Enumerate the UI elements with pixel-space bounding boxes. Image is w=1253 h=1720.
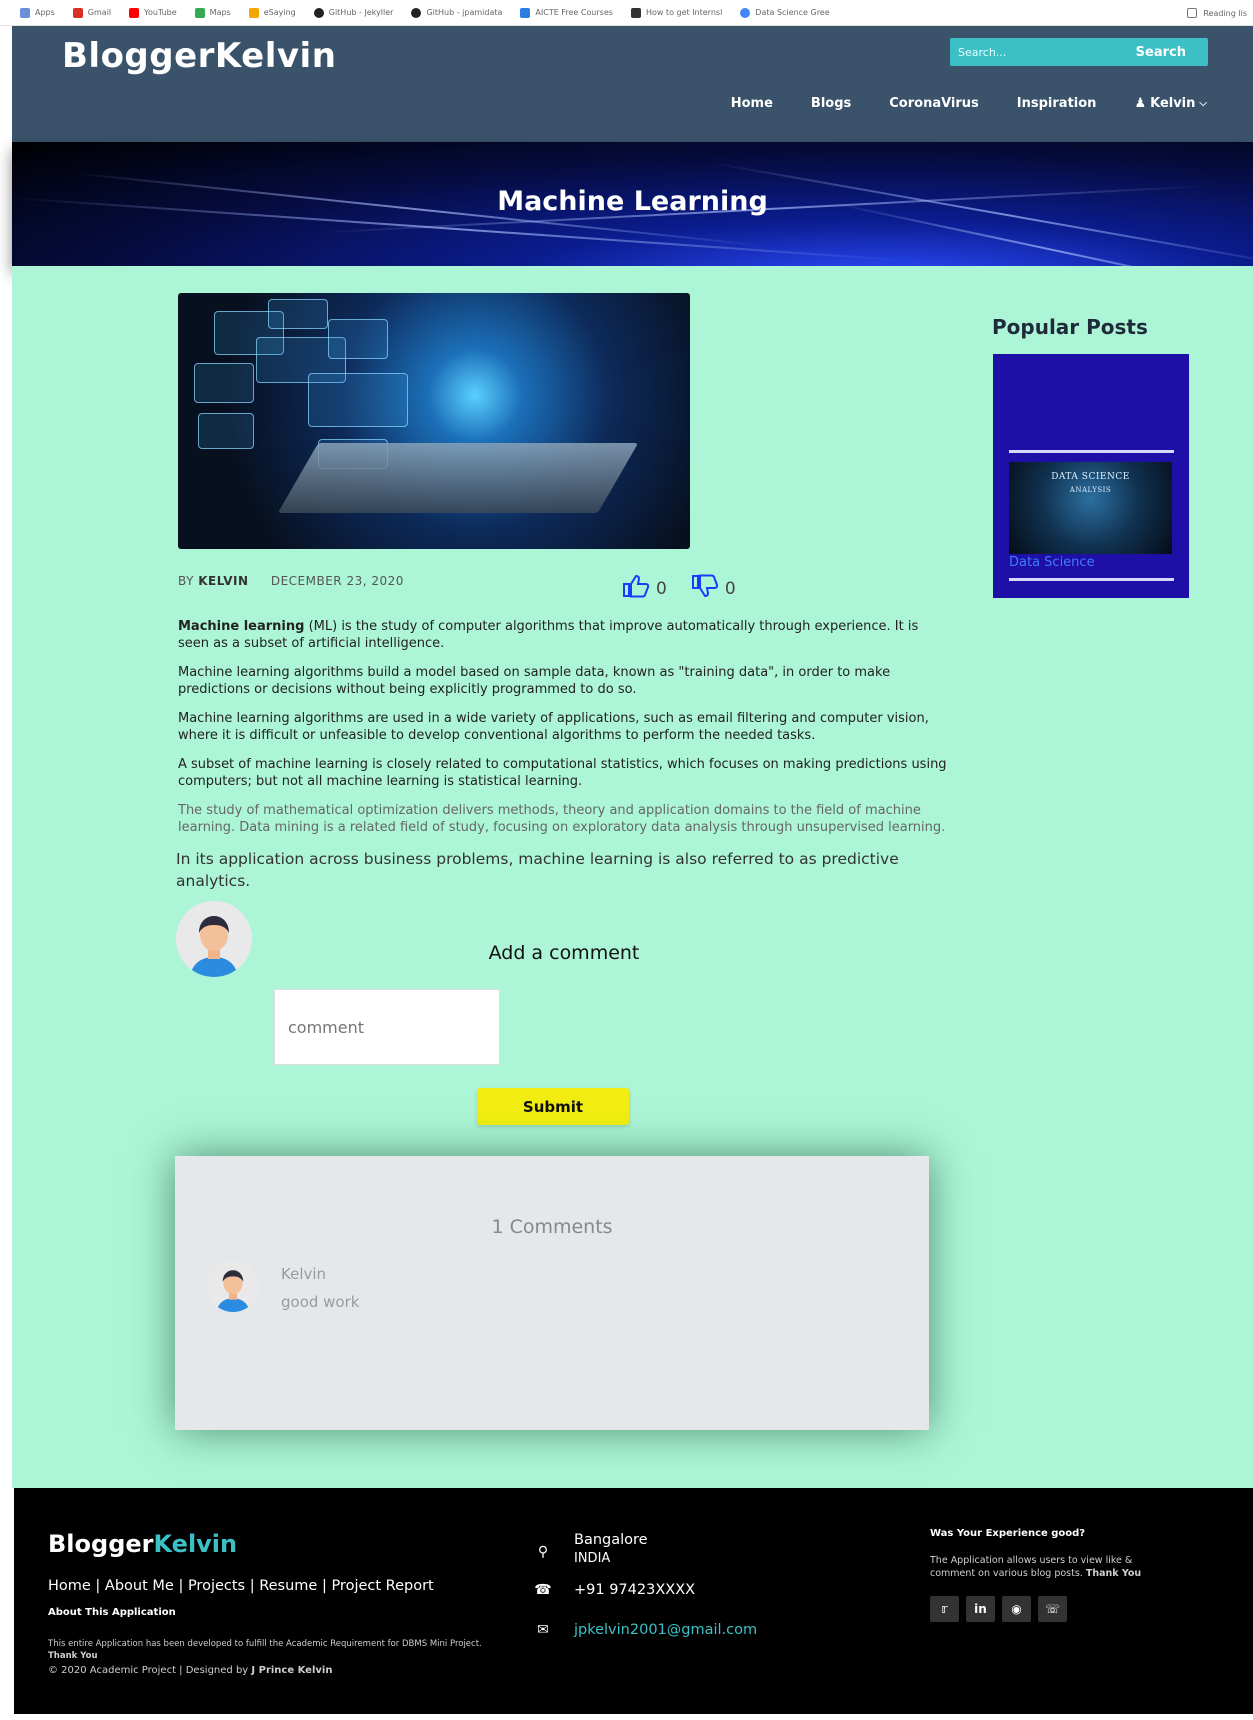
github-icon[interactable]: ◉ (1002, 1596, 1031, 1622)
chevron-down-icon: ⌵ (1199, 98, 1207, 109)
bookmark-internship[interactable]: How to get Internsl (630, 7, 722, 18)
address: ⚲ Bangalore INDIA (534, 1532, 648, 1566)
thumbs-up-icon[interactable] (622, 574, 650, 603)
paragraph: A subset of machine learning is closely … (178, 757, 947, 789)
paragraph: In its application across business probl… (176, 850, 899, 890)
site-logo[interactable]: BloggerKelvin (62, 36, 336, 76)
nav-coronavirus[interactable]: CoronaVirus (889, 96, 979, 111)
page-title: Machine Learning (497, 186, 768, 217)
nav-inspiration[interactable]: Inspiration (1017, 96, 1097, 111)
reading-list[interactable]: Reading lis (1187, 8, 1247, 18)
comment-author: Kelvin (281, 1265, 327, 1283)
github-icon (313, 7, 324, 18)
mail-icon (630, 7, 641, 18)
bookmark-data-science[interactable]: Data Science Gree (740, 7, 830, 18)
pencil-icon (248, 7, 259, 18)
post-hero-image (178, 293, 690, 549)
github-icon (411, 7, 422, 18)
user-icon: ♟ (1134, 96, 1147, 111)
experience-text: The Application allows users to view lik… (930, 1555, 1142, 1579)
divider (1009, 578, 1174, 581)
about-title: About This Application (48, 1607, 176, 1618)
bookmark-github-jekyller[interactable]: GitHub - Jekyller (313, 7, 393, 18)
paragraph: Machine learning algorithms are used in … (178, 711, 929, 743)
thumbs-down-icon[interactable] (691, 574, 719, 603)
footer-logo[interactable]: BloggerKelvin (48, 1530, 237, 1558)
bookmark-gmail[interactable]: Gmail (72, 7, 111, 18)
twitter-icon[interactable]: 𝕣 (930, 1596, 959, 1622)
experience-title: Was Your Experience good? (930, 1528, 1086, 1539)
google-icon (740, 7, 751, 18)
email-link[interactable]: jpkelvin2001@gmail.com (574, 1622, 757, 1638)
paragraph: Machine learning (ML) is the study of co… (178, 619, 919, 651)
popular-post-card[interactable]: DATA SCIENCE ANALYSIS Data Science (993, 354, 1189, 598)
comment-field[interactable] (274, 989, 500, 1065)
phone: ☎ +91 97423XXXX (534, 1582, 696, 1598)
add-comment-heading: Add a comment (488, 942, 640, 964)
aicte-icon (520, 7, 531, 18)
user-menu-label: Kelvin (1150, 96, 1196, 111)
linkedin-icon[interactable]: in (966, 1596, 995, 1622)
main-nav: Home Blogs CoronaVirus Inspiration ♟ Kel… (731, 96, 1207, 111)
copyright: © 2020 Academic Project | Designed by J … (48, 1665, 333, 1676)
location-icon: ⚲ (537, 1544, 549, 1560)
search-form: Search (950, 38, 1208, 66)
apps-grid-icon (20, 7, 30, 18)
user-menu[interactable]: ♟ Kelvin ⌵ (1134, 96, 1207, 111)
comments-section: 1 Comments Kelvin good work (175, 1156, 929, 1430)
popular-post-image[interactable]: DATA SCIENCE ANALYSIS (1009, 462, 1172, 554)
bookmark-github-jpamidata[interactable]: GitHub - jpamidata (411, 7, 502, 18)
comments-count: 1 Comments (491, 1216, 613, 1238)
maps-icon (194, 7, 205, 18)
submit-comment-button[interactable]: Submit (477, 1088, 629, 1125)
about-text: This entire Application has been develop… (48, 1639, 482, 1661)
divider (1009, 450, 1174, 453)
dislike-count: 0 (724, 578, 736, 599)
paragraph: Machine learning algorithms build a mode… (178, 665, 891, 697)
comment-text: good work (281, 1293, 360, 1311)
site-footer: BloggerKelvin Home | About Me | Projects… (14, 1488, 1253, 1714)
popular-posts-title: Popular Posts (992, 315, 1148, 339)
avatar (176, 901, 252, 977)
bookmark-aicte[interactable]: AICTE Free Courses (520, 7, 613, 18)
post-meta: BY KELVIN DECEMBER 23, 2020 (178, 574, 404, 588)
post-date: DECEMBER 23, 2020 (270, 574, 404, 588)
nav-home[interactable]: Home (731, 96, 773, 111)
reaction-bar: 0 0 (622, 574, 736, 603)
main-content: BY KELVIN DECEMBER 23, 2020 0 0 Machine … (12, 266, 1253, 1488)
paragraph: The study of mathematical optimization d… (178, 803, 946, 835)
bookmark-youtube[interactable]: YouTube (129, 7, 177, 18)
user-avatar-icon (176, 901, 252, 977)
popular-post-link[interactable]: Data Science (1009, 555, 1095, 570)
social-links: 𝕣 in ◉ ☏ (930, 1596, 1067, 1622)
avatar (207, 1260, 259, 1312)
post-body: Machine learning (ML) is the study of co… (176, 618, 948, 904)
search-button[interactable]: Search (1136, 45, 1186, 60)
reading-list-icon (1187, 8, 1198, 18)
site-header: BloggerKelvin Search Home Blogs CoronaVi… (12, 26, 1253, 142)
gmail-icon (72, 7, 83, 18)
search-input[interactable] (950, 38, 1100, 66)
whatsapp-icon[interactable]: ☏ (1038, 1596, 1067, 1622)
phone-icon: ☎ (534, 1582, 552, 1598)
footer-links[interactable]: Home | About Me | Projects | Resume | Pr… (48, 1578, 434, 1594)
like-count: 0 (656, 578, 667, 599)
user-avatar-icon (207, 1260, 259, 1312)
email: ✉ jpkelvin2001@gmail.com (534, 1622, 757, 1638)
bookmark-maps[interactable]: Maps (194, 7, 231, 18)
post-author: KELVIN (198, 574, 249, 588)
bookmark-esaying[interactable]: eSaying (248, 7, 296, 18)
envelope-icon: ✉ (537, 1622, 549, 1638)
bookmark-apps[interactable]: Apps (20, 7, 55, 18)
nav-blogs[interactable]: Blogs (811, 96, 851, 111)
youtube-icon (129, 7, 140, 18)
page-banner: Machine Learning (12, 142, 1253, 266)
bookmarks-bar: Apps Gmail YouTube Maps eSaying GitHub -… (0, 0, 1253, 26)
